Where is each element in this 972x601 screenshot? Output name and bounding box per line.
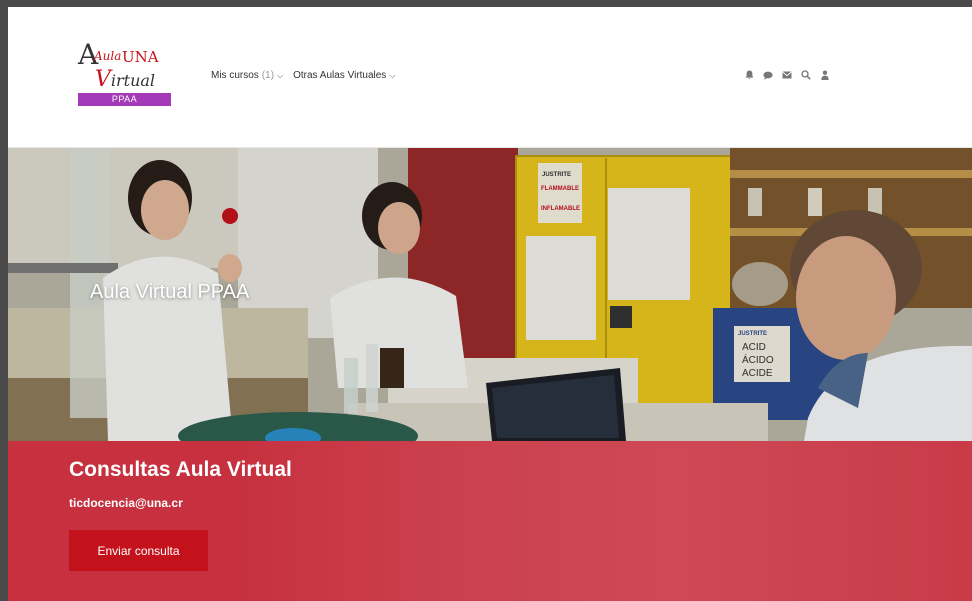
logo-una-text: UNA — [122, 48, 159, 66]
chat-icon[interactable] — [763, 69, 773, 81]
bell-icon[interactable] — [744, 69, 754, 81]
nav-otras-aulas-label: Otras Aulas Virtuales — [293, 70, 387, 81]
site-logo[interactable]: A Aula UNA Virtual PPAA — [78, 41, 172, 107]
band-background-image — [228, 441, 972, 601]
chevron-down-icon: ⌵ — [389, 70, 396, 80]
nav-mis-cursos-label: Mis cursos — [211, 70, 259, 81]
logo-virtual-text: Virtual — [95, 67, 156, 92]
contact-heading: Consultas Aula Virtual — [69, 458, 292, 481]
header-icons — [744, 69, 830, 81]
nav-mis-cursos-count: (1) — [261, 70, 275, 81]
logo-ppaa-bar: PPAA — [78, 93, 171, 106]
main-nav: Mis cursos (1) ⌵ Otras Aulas Virtuales ⌵ — [211, 70, 395, 81]
nav-otras-aulas[interactable]: Otras Aulas Virtuales ⌵ — [293, 70, 395, 81]
contact-section: Consultas Aula Virtual ticdocencia@una.c… — [8, 441, 972, 601]
browser-viewport: A Aula UNA Virtual PPAA Mis cursos (1) ⌵… — [8, 7, 972, 601]
site-header: A Aula UNA Virtual PPAA Mis cursos (1) ⌵… — [8, 7, 972, 148]
logo-aula-text: Aula — [94, 49, 122, 63]
hero-banner: JUSTRITE FLAMMABLE INFLAMABLE JUSTRITE A… — [8, 148, 972, 441]
nav-mis-cursos[interactable]: Mis cursos (1) ⌵ — [211, 70, 283, 81]
hero-title: Aula Virtual PPAA — [90, 281, 250, 303]
chevron-down-icon: ⌵ — [277, 70, 284, 80]
contact-email[interactable]: ticdocencia@una.cr — [69, 496, 183, 510]
user-icon[interactable] — [820, 69, 830, 81]
envelope-icon[interactable] — [782, 69, 792, 81]
send-query-button[interactable]: Enviar consulta — [69, 530, 208, 571]
search-icon[interactable] — [801, 69, 811, 81]
